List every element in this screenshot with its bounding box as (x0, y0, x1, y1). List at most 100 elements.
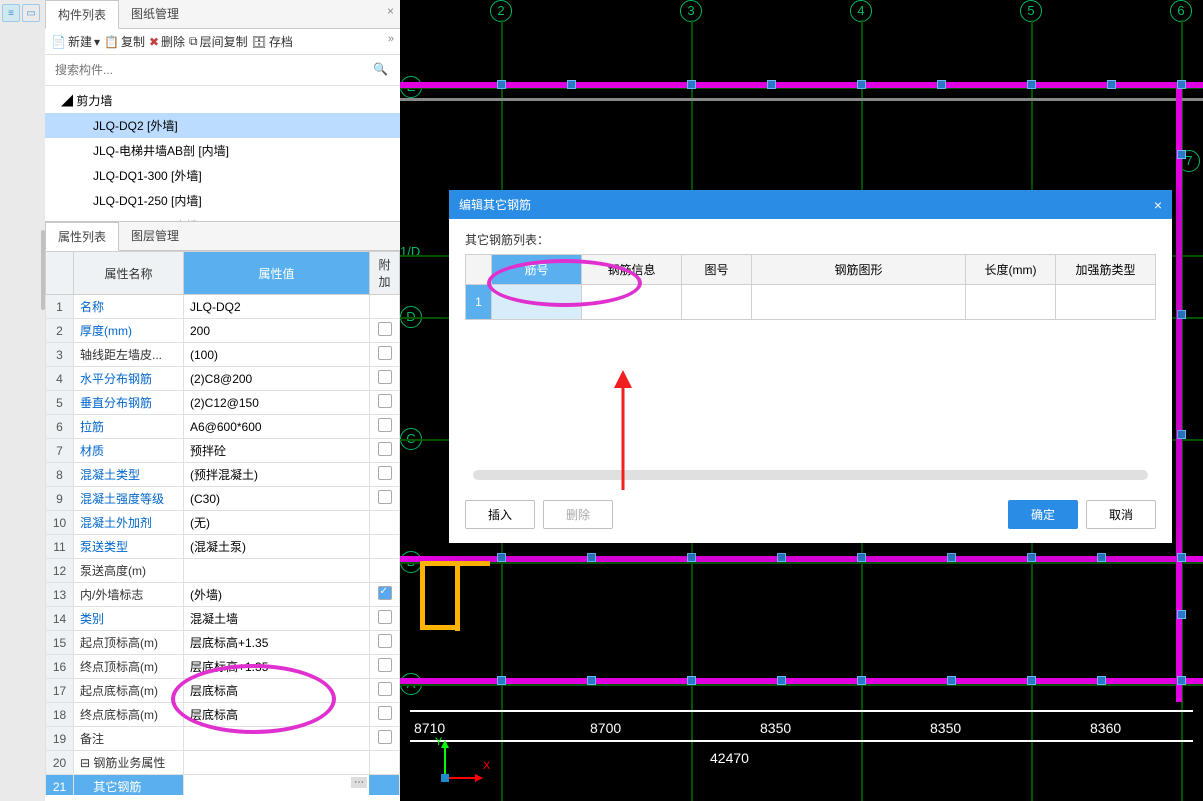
property-row[interactable]: 16终点顶标高(m)层底标高+1.35 (46, 655, 400, 679)
prop-add[interactable] (370, 487, 400, 511)
tab-properties[interactable]: 属性列表 (45, 222, 119, 251)
prop-add[interactable] (370, 775, 400, 796)
prop-add[interactable] (370, 343, 400, 367)
checkbox-icon[interactable] (378, 442, 392, 456)
property-row[interactable]: 12泵送高度(m) (46, 559, 400, 583)
tree-root[interactable]: ◢ 剪力墙 (45, 88, 400, 113)
checkbox-icon[interactable] (378, 586, 392, 600)
prop-add[interactable] (370, 439, 400, 463)
dialog-close-icon[interactable]: × (1154, 197, 1162, 213)
tree-item[interactable]: JLQ-DQ1-301 [内墙] (45, 213, 400, 221)
prop-value[interactable]: (2)C8@200 (184, 367, 370, 391)
prop-add[interactable] (370, 607, 400, 631)
prop-add[interactable] (370, 679, 400, 703)
property-row[interactable]: 8混凝土类型(预拌混凝土) (46, 463, 400, 487)
property-row[interactable]: 13内/外墙标志(外墙) (46, 583, 400, 607)
checkbox-icon[interactable] (378, 490, 392, 504)
dialog-titlebar[interactable]: 编辑其它钢筋 × (449, 190, 1172, 219)
property-row[interactable]: 19备注 (46, 727, 400, 751)
col-shape[interactable]: 钢筋图形 (752, 255, 966, 285)
ellipsis-button[interactable]: ⋯ (351, 777, 367, 788)
tab-layers[interactable]: 图层管理 (119, 222, 191, 250)
toolbar-overflow-icon[interactable]: » (388, 33, 394, 45)
cell[interactable] (966, 285, 1056, 320)
prop-add[interactable] (370, 559, 400, 583)
table-row[interactable]: 1 (466, 285, 1156, 320)
copy-button[interactable]: 📋复制 (104, 33, 145, 50)
property-row[interactable]: 11泵送类型(混凝土泵) (46, 535, 400, 559)
new-button[interactable]: 📄新建 ▾ (51, 33, 100, 50)
prop-value[interactable]: 层底标高+1.35 (184, 655, 370, 679)
property-row[interactable]: 5垂直分布钢筋(2)C12@150 (46, 391, 400, 415)
property-row[interactable]: 4水平分布钢筋(2)C8@200 (46, 367, 400, 391)
property-row[interactable]: 20⊟ 钢筋业务属性 (46, 751, 400, 775)
prop-value[interactable]: (预拌混凝土) (184, 463, 370, 487)
checkbox-icon[interactable] (378, 730, 392, 744)
cell[interactable] (1056, 285, 1156, 320)
checkbox-icon[interactable] (378, 394, 392, 408)
prop-value[interactable]: JLQ-DQ2 (184, 295, 370, 319)
prop-value[interactable]: 200 (184, 319, 370, 343)
col-type[interactable]: 加强筋类型 (1056, 255, 1156, 285)
checkbox-icon[interactable] (378, 418, 392, 432)
property-row[interactable]: 18终点底标高(m)层底标高 (46, 703, 400, 727)
property-row[interactable]: 14类别混凝土墙 (46, 607, 400, 631)
prop-add[interactable] (370, 727, 400, 751)
prop-value[interactable]: ⋯ (184, 775, 370, 796)
property-row[interactable]: 17起点底标高(m)层底标高 (46, 679, 400, 703)
search-input[interactable] (51, 59, 394, 81)
prop-add[interactable] (370, 631, 400, 655)
floor-copy-button[interactable]: ⧉层间复制 (189, 33, 248, 50)
tree-item[interactable]: JLQ-DQ1-300 [外墙] (45, 163, 400, 188)
property-row[interactable]: 1名称JLQ-DQ2 (46, 295, 400, 319)
delete-button[interactable]: ✖删除 (149, 33, 185, 50)
checkbox-icon[interactable] (378, 322, 392, 336)
prop-add[interactable] (370, 751, 400, 775)
property-row[interactable]: 15起点顶标高(m)层底标高+1.35 (46, 631, 400, 655)
delete-button[interactable]: 删除 (543, 500, 613, 529)
cell-rebar-num[interactable] (492, 285, 582, 320)
prop-value[interactable]: 层底标高+1.35 (184, 631, 370, 655)
prop-value[interactable]: (2)C12@150 (184, 391, 370, 415)
prop-value[interactable]: (无) (184, 511, 370, 535)
prop-value[interactable]: (100) (184, 343, 370, 367)
prop-value[interactable]: A6@600*600 (184, 415, 370, 439)
col-rebar-info[interactable]: 钢筋信息 (582, 255, 682, 285)
checkbox-icon[interactable] (378, 658, 392, 672)
checkbox-icon[interactable] (378, 610, 392, 624)
checkbox-icon[interactable] (378, 706, 392, 720)
cancel-button[interactable]: 取消 (1086, 500, 1156, 529)
prop-value[interactable]: (混凝土泵) (184, 535, 370, 559)
tab-drawings[interactable]: 图纸管理 (119, 0, 191, 28)
cell[interactable] (582, 285, 682, 320)
property-row[interactable]: 10混凝土外加剂(无) (46, 511, 400, 535)
prop-add[interactable] (370, 655, 400, 679)
prop-add[interactable] (370, 583, 400, 607)
prop-value[interactable]: (C30) (184, 487, 370, 511)
prop-add[interactable] (370, 367, 400, 391)
prop-value[interactable]: 混凝土墙 (184, 607, 370, 631)
checkbox-icon[interactable] (378, 346, 392, 360)
checkbox-icon[interactable] (378, 634, 392, 648)
panel-close-icon[interactable]: × (387, 4, 394, 18)
archive-button[interactable]: 🗄存档 (252, 33, 293, 50)
prop-value[interactable] (184, 751, 370, 775)
tree-item[interactable]: JLQ-电梯井墙AB剖 [内墙] (45, 138, 400, 163)
prop-value[interactable] (184, 559, 370, 583)
ok-button[interactable]: 确定 (1008, 500, 1078, 529)
property-row[interactable]: 6拉筋A6@600*600 (46, 415, 400, 439)
insert-button[interactable]: 插入 (465, 500, 535, 529)
prop-add[interactable] (370, 319, 400, 343)
property-row[interactable]: 7材质预拌砼 (46, 439, 400, 463)
col-rebar-num[interactable]: 筋号 (492, 255, 582, 285)
checkbox-icon[interactable] (378, 370, 392, 384)
prop-value[interactable]: 层底标高 (184, 703, 370, 727)
prop-add[interactable] (370, 703, 400, 727)
prop-value[interactable]: 层底标高 (184, 679, 370, 703)
prop-add[interactable] (370, 391, 400, 415)
prop-value[interactable]: (外墙) (184, 583, 370, 607)
tree-item[interactable]: JLQ-DQ1-250 [内墙] (45, 188, 400, 213)
prop-add[interactable] (370, 535, 400, 559)
tree-item[interactable]: JLQ-DQ2 [外墙] (45, 113, 400, 138)
property-row[interactable]: 2厚度(mm)200 (46, 319, 400, 343)
